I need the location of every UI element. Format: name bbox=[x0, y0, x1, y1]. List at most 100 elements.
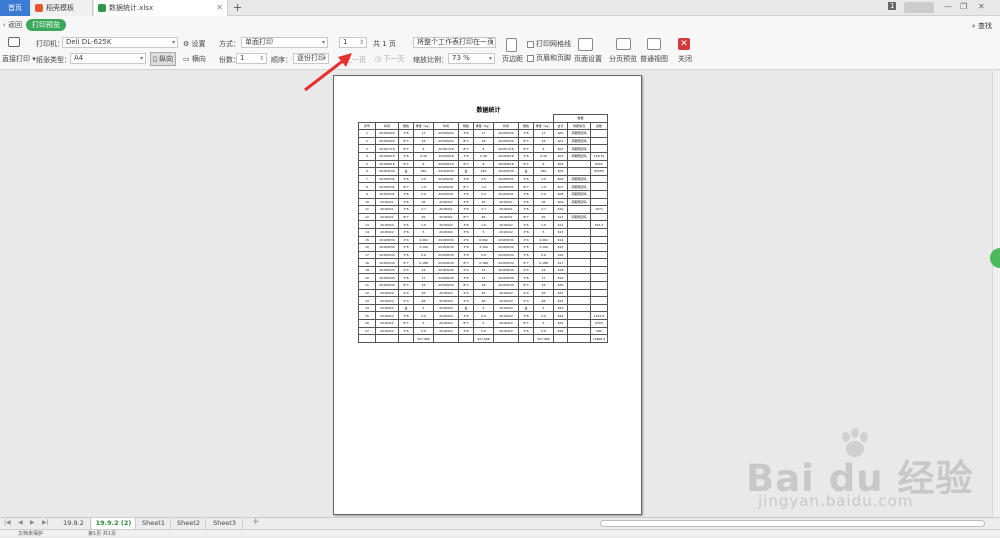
table-cell: 604 bbox=[553, 159, 568, 169]
table-cell: 3*6 bbox=[458, 174, 474, 184]
table-cell bbox=[567, 258, 591, 267]
normal-view-button[interactable]: 普通视图 bbox=[640, 54, 668, 64]
header-cell: 总数 bbox=[590, 121, 608, 131]
page-break-preview-button[interactable]: 分页预览 bbox=[609, 54, 637, 64]
printer-select[interactable]: Deli DL-625K ▾ bbox=[62, 37, 178, 48]
page-setup-button[interactable]: 页面设置 bbox=[574, 54, 602, 64]
sheet-tab[interactable]: 19.9.2 (2) bbox=[92, 518, 136, 529]
copies-stepper[interactable]: 1 ⇕ bbox=[236, 53, 267, 64]
table-cell: 8*7 bbox=[458, 319, 474, 328]
table-cell: 17 bbox=[473, 129, 494, 138]
sheet-tab[interactable]: Sheet1 bbox=[137, 518, 171, 529]
tab-file[interactable]: 数据统计.xlsx ✕ bbox=[94, 0, 228, 16]
table-cell: 515.2 bbox=[590, 220, 608, 229]
table-cell: 2018/9/2 bbox=[433, 326, 459, 336]
fit-scaling-select[interactable]: 将整个工作表打印在一页 ▾ bbox=[413, 37, 496, 48]
table-cell: 613 bbox=[553, 227, 568, 237]
avatar[interactable] bbox=[904, 2, 934, 13]
restore-icon[interactable]: ❐ bbox=[960, 2, 967, 11]
portrait-label: 纵向 bbox=[159, 55, 174, 63]
direct-print-button[interactable]: 直接打印 ▾ bbox=[2, 54, 36, 64]
page-setup-icon[interactable] bbox=[578, 38, 593, 51]
horizontal-scrollbar[interactable] bbox=[600, 520, 985, 527]
table-cell: 2018/9/1 bbox=[433, 197, 459, 207]
printer-icon[interactable] bbox=[8, 37, 20, 47]
table-row: 2 2018/8/24 8*7 18 2018/8/24 8*7 18 2018/8/24 8*… bbox=[358, 136, 608, 146]
table-cell: 2018/8/18 bbox=[375, 159, 399, 169]
print-gridlines-checkbox[interactable]: 打印网格线 bbox=[527, 39, 571, 49]
table-cell: 2018/8/30 bbox=[375, 273, 399, 283]
margins-icon[interactable] bbox=[506, 38, 517, 52]
add-sheet-button[interactable]: + bbox=[252, 517, 260, 527]
excel-file-icon bbox=[98, 4, 106, 12]
vertical-scrollbar[interactable] bbox=[992, 71, 1000, 517]
close-window-icon[interactable]: ✕ bbox=[978, 2, 985, 11]
table-cell: 23 bbox=[413, 265, 434, 275]
table-cell: 2.9 bbox=[533, 189, 554, 199]
paper-type-select[interactable]: A4 ▾ bbox=[70, 53, 146, 64]
first-sheet-icon[interactable]: |◀ bbox=[4, 519, 11, 526]
last-sheet-icon[interactable]: ▶| bbox=[42, 519, 49, 526]
table-cell bbox=[590, 250, 608, 260]
next-sheet-icon[interactable]: ▶ bbox=[30, 519, 35, 526]
next-page-label: 下一页 bbox=[383, 55, 405, 63]
table-cell: 2018/8/30 bbox=[375, 250, 399, 260]
table-cell: 3*6 bbox=[458, 311, 474, 321]
table-cell bbox=[567, 250, 591, 260]
table-cell bbox=[590, 296, 608, 305]
table-cell: 2018/9/2 bbox=[493, 296, 519, 305]
printer-settings-button[interactable]: ⚙ 设置 bbox=[183, 39, 206, 49]
table-cell: 2018/8/31 bbox=[375, 174, 399, 184]
print-method-select[interactable]: 单面打印 ▾ bbox=[241, 37, 328, 48]
new-tab-button[interactable]: + bbox=[233, 1, 242, 14]
table-cell: 3*6 bbox=[458, 151, 474, 161]
next-page-button[interactable]: ◷ 下一页 bbox=[375, 54, 404, 64]
table-cell: 17 bbox=[413, 129, 434, 138]
table-cell: 608 bbox=[553, 189, 568, 199]
table-cell: 2018/9/2 bbox=[375, 220, 399, 229]
table-cell: 2018/9/2 bbox=[375, 311, 399, 321]
prev-sheet-icon[interactable]: ◀ bbox=[18, 519, 23, 526]
table-cell: 3.5 bbox=[533, 174, 554, 184]
table-cell: 619 bbox=[553, 273, 568, 283]
table-cell: 2018/9/1 bbox=[375, 212, 399, 222]
table-cell: 8*7 bbox=[398, 258, 414, 267]
sheet-tab[interactable]: 19.9.2 bbox=[57, 518, 91, 529]
table-cell bbox=[590, 174, 608, 184]
sheet-tab[interactable]: Sheet2 bbox=[172, 518, 206, 529]
tab-home[interactable]: 首页 bbox=[0, 0, 30, 16]
back-button[interactable]: ‹ 返回 bbox=[3, 20, 22, 30]
table-row: 14 2018/9/2 3*6 5 2018/9/2 3*6 5 2018/9/2 3*6 5 61… bbox=[358, 227, 608, 237]
zoom-select[interactable]: 73 % ▾ bbox=[448, 53, 495, 64]
sheet-tab[interactable]: Sheet3 bbox=[207, 518, 243, 529]
header-footer-button[interactable]: 页眉和页脚 bbox=[527, 53, 571, 63]
close-preview-icon[interactable]: ✕ bbox=[678, 38, 690, 50]
table-cell: 23 bbox=[358, 296, 376, 305]
tab-template[interactable]: 稻壳模板 bbox=[31, 0, 93, 16]
table-cell: 18 bbox=[533, 281, 554, 290]
page-break-preview-icon[interactable] bbox=[616, 38, 631, 50]
table-cell: 3*6 bbox=[458, 129, 474, 138]
table-cell: 2018/8/30 bbox=[493, 273, 519, 283]
page-number-stepper[interactable]: 1 ⇕ bbox=[339, 37, 367, 48]
table-cell: 3*6 bbox=[458, 205, 474, 214]
table-cell: 607 bbox=[553, 182, 568, 191]
table-row: 5 2018/8/18 8*7 8 2018/8/18 8*7 8 2018/8/18 8*7 8… bbox=[358, 159, 608, 169]
table-cell: 2018/8/24 bbox=[433, 136, 459, 146]
table-cell bbox=[590, 136, 608, 146]
table-cell: 8252 bbox=[590, 159, 608, 169]
table-cell: 64 bbox=[533, 296, 554, 305]
find-button[interactable]: ⌕ 查找 bbox=[972, 21, 992, 31]
portrait-button[interactable]: ▯ 纵向 bbox=[150, 52, 177, 66]
margins-button[interactable]: 页边距 bbox=[502, 54, 523, 64]
table-cell: 22 bbox=[358, 288, 376, 298]
minimize-icon[interactable]: — bbox=[944, 2, 952, 11]
normal-view-icon[interactable] bbox=[647, 38, 661, 50]
table-cell: 8*7 bbox=[458, 281, 474, 290]
table-cell: 3*6 bbox=[458, 189, 474, 199]
landscape-button[interactable]: ▭ 横向 bbox=[183, 54, 206, 64]
close-preview-button[interactable]: 关闭 bbox=[678, 54, 692, 64]
table-cell: 盒 bbox=[458, 303, 474, 313]
close-tab-icon[interactable]: ✕ bbox=[216, 3, 223, 12]
table-cell: 2018/7/18 bbox=[433, 144, 459, 153]
